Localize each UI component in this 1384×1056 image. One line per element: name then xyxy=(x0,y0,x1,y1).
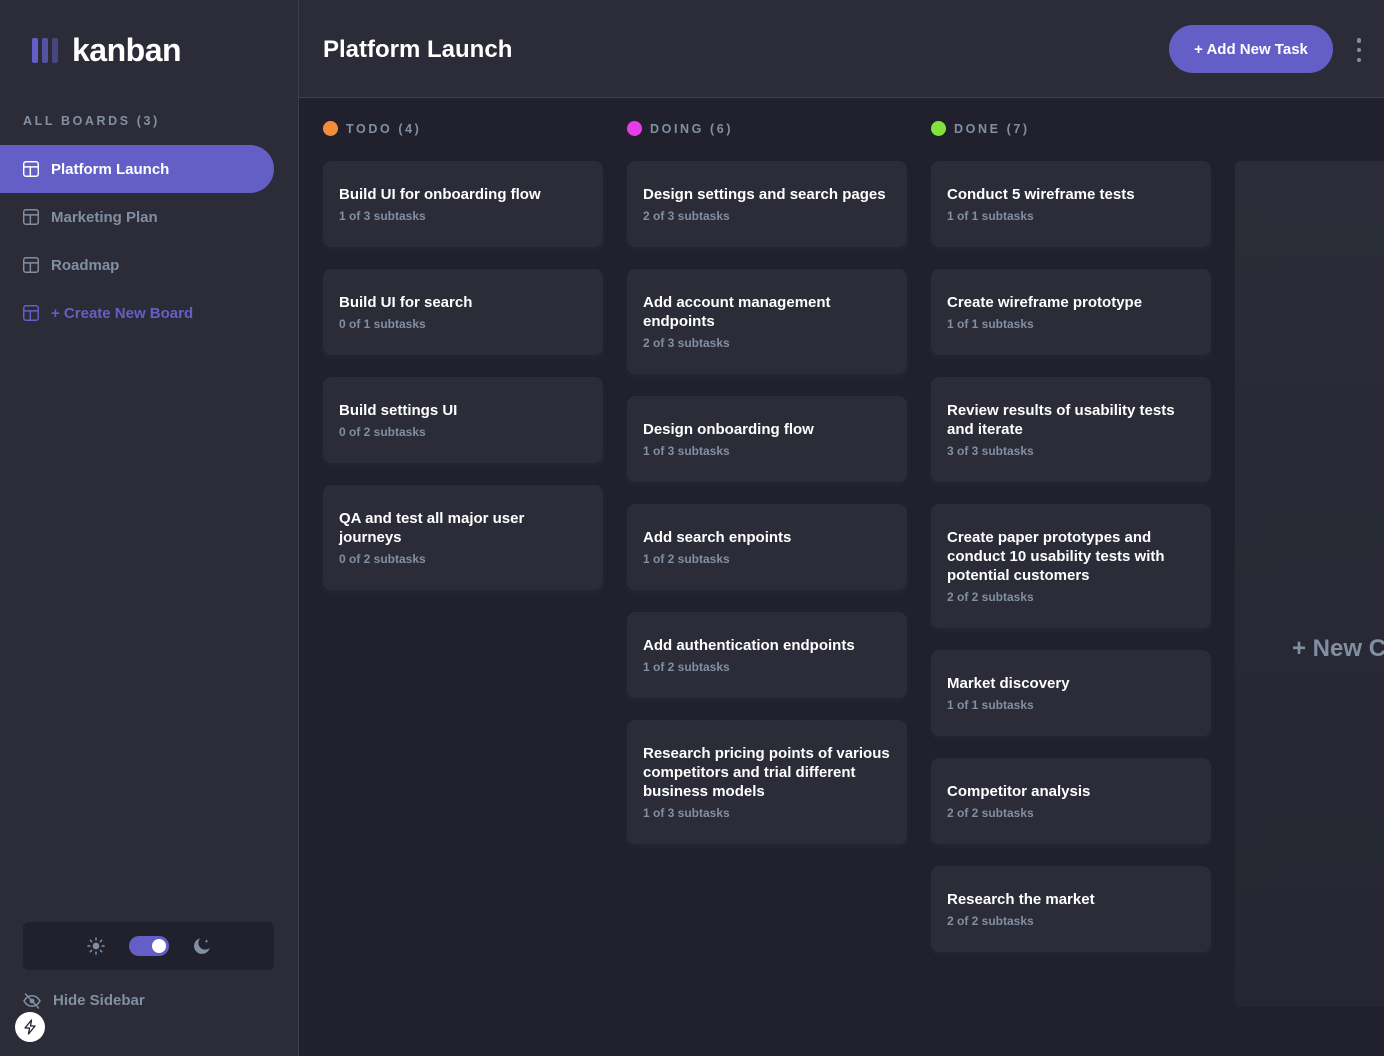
task-subtasks: 2 of 2 subtasks xyxy=(947,914,1034,928)
task-title: Research the market xyxy=(947,891,1095,908)
task-subtasks: 1 of 3 subtasks xyxy=(339,209,426,223)
task-subtasks: 1 of 2 subtasks xyxy=(643,552,730,566)
board-item-platform-launch[interactable]: Platform Launch xyxy=(0,145,274,193)
task-card[interactable]: Build settings UI 0 of 2 subtasks xyxy=(323,377,603,463)
status-dot xyxy=(931,121,946,136)
hide-sidebar-label: Hide Sidebar xyxy=(53,992,145,1009)
add-new-task-button[interactable]: + Add New Task xyxy=(1169,25,1333,73)
column-header: DONE (7) xyxy=(931,121,1030,136)
status-dot xyxy=(323,121,338,136)
board-item-label: Platform Launch xyxy=(51,160,170,178)
board-icon xyxy=(23,161,39,177)
theme-toggle xyxy=(23,922,274,970)
task-title: Competitor analysis xyxy=(947,783,1091,800)
task-card[interactable]: QA and test all major user journeys 0 of… xyxy=(323,485,603,590)
task-card[interactable]: Build UI for search 0 of 1 subtasks xyxy=(323,269,603,355)
board: TODO (4) Build UI for onboarding flow 1 … xyxy=(299,99,1384,1056)
board-item-marketing-plan[interactable]: Marketing Plan xyxy=(0,193,274,241)
task-title: Conduct 5 wireframe tests xyxy=(947,186,1135,203)
column-header: DOING (6) xyxy=(627,121,733,136)
board-item-label: Roadmap xyxy=(51,256,120,274)
task-title: Design settings and search pages xyxy=(643,186,886,203)
task-subtasks: 1 of 1 subtasks xyxy=(947,209,1034,223)
task-card[interactable]: Add authentication endpoints 1 of 2 subt… xyxy=(627,612,907,698)
task-title: Design onboarding flow xyxy=(643,421,814,438)
task-subtasks: 1 of 3 subtasks xyxy=(643,444,730,458)
task-subtasks: 2 of 3 subtasks xyxy=(643,336,730,350)
create-board-label: + Create New Board xyxy=(51,304,194,322)
bolt-badge[interactable] xyxy=(15,1012,45,1042)
column-header: TODO (4) xyxy=(323,121,421,136)
hide-sidebar-button[interactable]: Hide Sidebar xyxy=(23,992,145,1009)
new-column-label: + New Column xyxy=(1292,635,1384,662)
task-title: Research pricing points of various compe… xyxy=(643,745,890,800)
task-title: Add authentication endpoints xyxy=(643,637,855,654)
new-column-button[interactable]: + New Column xyxy=(1235,161,1384,1007)
task-card[interactable]: Add search enpoints 1 of 2 subtasks xyxy=(627,504,907,590)
task-card[interactable]: Create paper prototypes and conduct 10 u… xyxy=(931,504,1211,628)
task-title: Add search enpoints xyxy=(643,529,792,546)
task-card[interactable]: Conduct 5 wireframe tests 1 of 1 subtask… xyxy=(931,161,1211,247)
column-title: TODO (4) xyxy=(346,121,422,136)
kanban-app: kanban ALL BOARDS (3) Platform Launch Ma… xyxy=(0,0,1384,1056)
create-new-board-button[interactable]: + Create New Board xyxy=(0,289,274,337)
task-title: Build UI for onboarding flow xyxy=(339,186,541,203)
task-subtasks: 2 of 2 subtasks xyxy=(947,590,1034,604)
task-subtasks: 0 of 1 subtasks xyxy=(339,317,426,331)
task-card[interactable]: Competitor analysis 2 of 2 subtasks xyxy=(931,758,1211,844)
bolt-icon xyxy=(24,1019,36,1035)
task-card[interactable]: Design settings and search pages 2 of 3 … xyxy=(627,161,907,247)
logo: kanban xyxy=(32,32,182,69)
board-icon xyxy=(23,209,39,225)
task-title: Market discovery xyxy=(947,675,1070,692)
sidebar: kanban ALL BOARDS (3) Platform Launch Ma… xyxy=(0,0,299,1056)
task-title: Build UI for search xyxy=(339,294,473,311)
board-icon xyxy=(23,257,39,273)
task-card[interactable]: Build UI for onboarding flow 1 of 3 subt… xyxy=(323,161,603,247)
all-boards-heading: ALL BOARDS (3) xyxy=(23,114,160,128)
theme-switch[interactable] xyxy=(128,936,169,956)
task-card[interactable]: Research the market 2 of 2 subtasks xyxy=(931,866,1211,952)
task-title: Build settings UI xyxy=(339,402,458,419)
column-title: DONE (7) xyxy=(954,121,1030,136)
column-title: DOING (6) xyxy=(650,121,734,136)
task-subtasks: 2 of 3 subtasks xyxy=(643,209,730,223)
page-title: Platform Launch xyxy=(323,36,513,63)
task-title: Add account management endpoints xyxy=(643,294,831,330)
task-title: QA and test all major user journeys xyxy=(339,510,525,546)
vertical-ellipsis-icon[interactable] xyxy=(1349,38,1369,62)
moon-icon xyxy=(193,938,210,954)
logo-text: kanban xyxy=(72,32,182,68)
logo-icon xyxy=(32,38,58,63)
task-card[interactable]: Design onboarding flow 1 of 3 subtasks xyxy=(627,396,907,482)
task-subtasks: 1 of 3 subtasks xyxy=(643,806,730,820)
status-dot xyxy=(627,121,642,136)
sun-icon xyxy=(86,937,105,955)
task-card[interactable]: Create wireframe prototype 1 of 1 subtas… xyxy=(931,269,1211,355)
task-subtasks: 0 of 2 subtasks xyxy=(339,552,426,566)
task-subtasks: 1 of 1 subtasks xyxy=(947,698,1034,712)
task-title: Review results of usability tests and it… xyxy=(947,402,1175,438)
task-card[interactable]: Add account management endpoints 2 of 3 … xyxy=(627,269,907,374)
board-icon xyxy=(23,305,39,321)
task-subtasks: 3 of 3 subtasks xyxy=(947,444,1034,458)
task-card[interactable]: Review results of usability tests and it… xyxy=(931,377,1211,482)
task-subtasks: 0 of 2 subtasks xyxy=(339,425,426,439)
theme-switch-knob xyxy=(151,939,166,953)
board-item-roadmap[interactable]: Roadmap xyxy=(0,241,274,289)
task-subtasks: 2 of 2 subtasks xyxy=(947,806,1034,820)
task-title: Create wireframe prototype xyxy=(947,294,1143,311)
task-subtasks: 1 of 1 subtasks xyxy=(947,317,1034,331)
task-subtasks: 1 of 2 subtasks xyxy=(643,660,730,674)
eye-slash-icon xyxy=(23,992,41,1009)
board-item-label: Marketing Plan xyxy=(51,208,158,226)
header: Platform Launch + Add New Task xyxy=(299,0,1384,98)
task-card[interactable]: Market discovery 1 of 1 subtasks xyxy=(931,650,1211,736)
task-title: Create paper prototypes and conduct 10 u… xyxy=(947,529,1165,584)
task-card[interactable]: Research pricing points of various compe… xyxy=(627,720,907,844)
board-list: Platform Launch Marketing Plan Roadmap +… xyxy=(0,145,274,337)
